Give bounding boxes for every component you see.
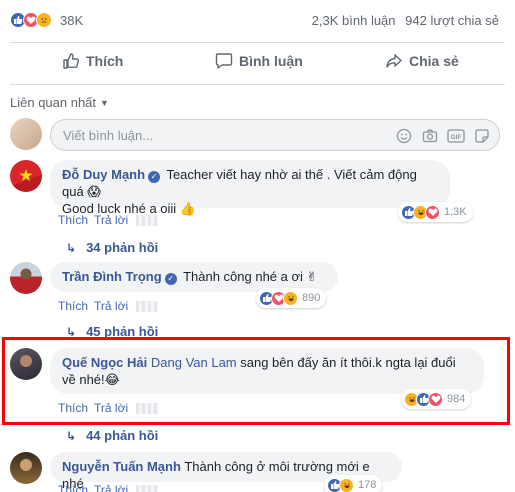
comment-composer: Viết bình luận... GIF bbox=[10, 118, 505, 152]
share-button[interactable]: Chia sẻ bbox=[385, 52, 459, 70]
like-button-label: Thích bbox=[86, 53, 124, 69]
comment-reactions[interactable]: 890 bbox=[256, 288, 327, 308]
love-reaction-icon bbox=[425, 204, 440, 220]
verified-badge-icon: ✓ bbox=[148, 171, 161, 183]
comment-reactions[interactable]: 1,3K bbox=[398, 202, 473, 222]
haha-reaction-icon bbox=[283, 290, 298, 306]
comment-meta: Thích Trả lời bbox=[58, 213, 159, 227]
comment-like-link[interactable]: Thích bbox=[58, 299, 88, 313]
highlight-box bbox=[2, 337, 510, 425]
comment-timestamp[interactable] bbox=[136, 300, 159, 312]
view-replies-link[interactable]: ↳ 34 phản hồi bbox=[66, 240, 158, 255]
comment-input[interactable]: Viết bình luận... GIF bbox=[50, 119, 500, 151]
gif-icon[interactable]: GIF bbox=[447, 127, 465, 145]
comment-button[interactable]: Bình luận bbox=[215, 52, 303, 70]
comment-sort-dropdown[interactable]: Liên quan nhất ▼ bbox=[10, 95, 109, 110]
comment-count[interactable]: 2,3K bình luận bbox=[312, 13, 396, 28]
reply-arrow-icon: ↳ bbox=[66, 240, 77, 255]
comment-reaction-count: 178 bbox=[358, 479, 377, 491]
comment-meta: Thích Trả lời bbox=[58, 483, 159, 492]
like-button[interactable]: Thích bbox=[62, 52, 123, 70]
caret-down-icon: ▼ bbox=[100, 97, 109, 108]
reaction-summary: 38K 2,3K bình luận 942 lượt chia sẻ bbox=[0, 0, 515, 42]
share-count[interactable]: 942 lượt chia sẻ bbox=[405, 13, 499, 28]
avatar[interactable] bbox=[10, 262, 42, 294]
comment-reply-link[interactable]: Trả lời bbox=[94, 483, 128, 492]
reaction-icons[interactable] bbox=[10, 12, 52, 28]
comment-bubble: Đỗ Duy Mạnh ✓ Teacher viết hay nhờ ai thế… bbox=[50, 160, 450, 216]
comment-author[interactable]: Nguyễn Tuấn Mạnh bbox=[62, 459, 181, 474]
thumbs-up-icon bbox=[63, 53, 80, 69]
avatar[interactable] bbox=[10, 452, 42, 484]
comment-like-link[interactable]: Thích bbox=[58, 483, 88, 492]
comment-author[interactable]: Trần Đình Trọng bbox=[62, 269, 162, 284]
comment-author[interactable]: Đỗ Duy Mạnh bbox=[62, 167, 145, 182]
comment-text: Thành công nhé a ơi ✌ bbox=[183, 269, 318, 284]
camera-icon[interactable] bbox=[421, 127, 439, 145]
share-icon bbox=[386, 54, 402, 68]
sticker-icon[interactable] bbox=[473, 127, 491, 145]
haha-reaction-icon bbox=[339, 477, 354, 492]
action-bar: Thích Bình luận Chia sẻ bbox=[0, 44, 515, 82]
emoji-icon[interactable] bbox=[395, 127, 413, 145]
replies-count: 34 phản hồi bbox=[86, 240, 159, 255]
comment-reply-link[interactable]: Trả lời bbox=[94, 213, 128, 227]
composer-tools: GIF bbox=[387, 127, 491, 145]
comment-timestamp[interactable] bbox=[136, 214, 159, 226]
comment-input-placeholder: Viết bình luận... bbox=[63, 128, 154, 143]
divider bbox=[10, 84, 505, 85]
comment-reactions[interactable]: 178 bbox=[324, 475, 383, 492]
reaction-count[interactable]: 38K bbox=[60, 13, 83, 28]
comment-meta: Thích Trả lời bbox=[58, 299, 159, 313]
comment-reaction-count: 890 bbox=[302, 292, 321, 304]
comment-reaction-count: 1,3K bbox=[444, 206, 467, 218]
avatar[interactable] bbox=[10, 160, 42, 192]
sort-label: Liên quan nhất bbox=[10, 95, 97, 110]
verified-badge-icon: ✓ bbox=[164, 273, 177, 285]
reply-arrow-icon: ↳ bbox=[66, 428, 77, 443]
share-button-label: Chia sẻ bbox=[409, 53, 459, 69]
view-replies-link[interactable]: ↳ 44 phản hồi bbox=[66, 428, 158, 443]
avatar bbox=[10, 118, 42, 150]
divider bbox=[10, 42, 505, 43]
comment-icon bbox=[215, 53, 233, 69]
post-stats: 2,3K bình luận 942 lượt chia sẻ bbox=[306, 13, 499, 28]
comment-timestamp[interactable] bbox=[136, 484, 159, 492]
comment-reply-link[interactable]: Trả lời bbox=[94, 299, 128, 313]
svg-text:GIF: GIF bbox=[451, 134, 462, 141]
comment-button-label: Bình luận bbox=[239, 53, 303, 69]
replies-count: 44 phản hồi bbox=[86, 428, 159, 443]
sad-reaction-icon bbox=[36, 12, 52, 28]
comment-like-link[interactable]: Thích bbox=[58, 213, 88, 227]
